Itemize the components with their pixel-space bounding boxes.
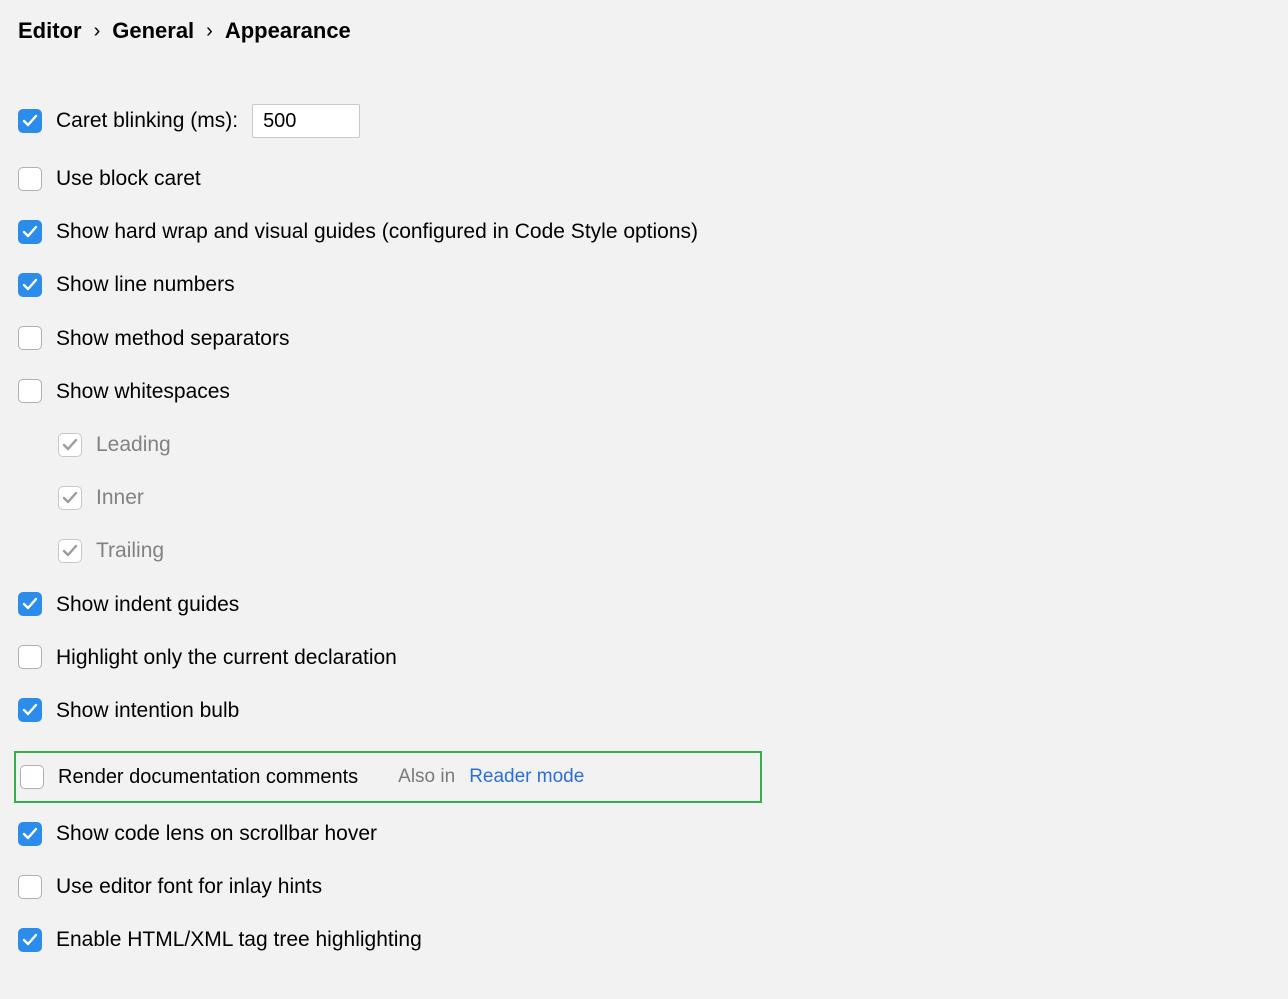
label-ws-leading: Leading [96,432,171,457]
breadcrumb: Editor › General › Appearance [18,18,1270,44]
label-show-intention-bulb: Show intention bulb [56,698,239,723]
label-ws-inner: Inner [96,485,144,510]
checkbox-show-hard-wrap[interactable] [18,220,42,244]
also-in-text: Also in [398,766,455,788]
checkbox-render-doc-comments[interactable] [20,765,44,789]
chevron-right-icon: › [94,20,101,43]
label-show-method-separators: Show method separators [56,326,289,351]
option-show-intention-bulb: Show intention bulb [18,698,1270,723]
label-render-doc-comments: Render documentation comments [58,766,358,789]
label-show-line-numbers: Show line numbers [56,272,235,297]
breadcrumb-editor[interactable]: Editor [18,18,82,44]
checkbox-highlight-declaration[interactable] [18,645,42,669]
option-show-hard-wrap: Show hard wrap and visual guides (config… [18,219,1270,244]
reader-mode-link[interactable]: Reader mode [469,766,584,788]
option-show-line-numbers: Show line numbers [18,272,1270,297]
option-highlight-declaration: Highlight only the current declaration [18,645,1270,670]
checkbox-ws-leading [58,433,82,457]
checkbox-ws-inner [58,486,82,510]
checkbox-ws-trailing [58,539,82,563]
label-use-block-caret: Use block caret [56,166,201,191]
highlighted-option-box: Render documentation comments Also in Re… [14,751,762,803]
label-show-whitespaces: Show whitespaces [56,379,230,404]
checkbox-show-line-numbers[interactable] [18,273,42,297]
checkbox-show-indent-guides[interactable] [18,592,42,616]
checkbox-show-intention-bulb[interactable] [18,698,42,722]
option-ws-leading: Leading [58,432,1270,457]
option-show-whitespaces: Show whitespaces [18,379,1270,404]
label-show-indent-guides: Show indent guides [56,592,239,617]
option-ws-trailing: Trailing [58,538,1270,563]
label-caret-blinking: Caret blinking (ms): [56,108,238,133]
option-show-indent-guides: Show indent guides [18,592,1270,617]
option-show-method-separators: Show method separators [18,326,1270,351]
label-show-code-lens: Show code lens on scrollbar hover [56,821,377,846]
label-use-editor-font-inlay: Use editor font for inlay hints [56,874,322,899]
label-show-hard-wrap: Show hard wrap and visual guides (config… [56,219,698,244]
checkbox-show-method-separators[interactable] [18,326,42,350]
label-enable-html-xml-tag: Enable HTML/XML tag tree highlighting [56,927,422,952]
checkbox-enable-html-xml-tag[interactable] [18,928,42,952]
option-use-editor-font-inlay: Use editor font for inlay hints [18,874,1270,899]
checkbox-show-code-lens[interactable] [18,822,42,846]
option-ws-inner: Inner [58,485,1270,510]
input-caret-blinking-ms[interactable] [252,104,360,138]
checkbox-use-editor-font-inlay[interactable] [18,875,42,899]
label-ws-trailing: Trailing [96,538,164,563]
checkbox-show-whitespaces[interactable] [18,379,42,403]
label-highlight-declaration: Highlight only the current declaration [56,645,397,670]
checkbox-caret-blinking[interactable] [18,109,42,133]
chevron-right-icon: › [206,20,213,43]
option-caret-blinking: Caret blinking (ms): [18,104,1270,138]
breadcrumb-appearance[interactable]: Appearance [225,18,351,44]
option-use-block-caret: Use block caret [18,166,1270,191]
breadcrumb-general[interactable]: General [112,18,194,44]
option-enable-html-xml-tag: Enable HTML/XML tag tree highlighting [18,927,1270,952]
option-show-code-lens: Show code lens on scrollbar hover [18,821,1270,846]
checkbox-use-block-caret[interactable] [18,167,42,191]
